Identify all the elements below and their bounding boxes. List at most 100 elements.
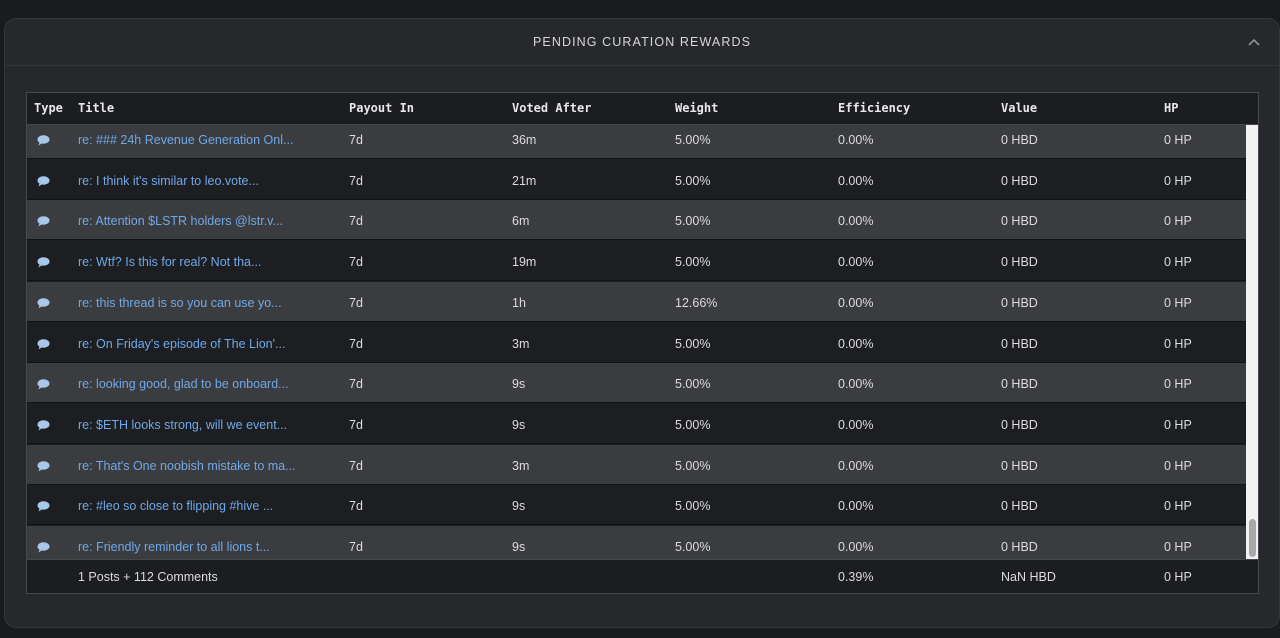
row-efficiency: 0.00% [838, 458, 874, 473]
row-title-link[interactable]: re: Attention $LSTR holders @lstr.v... [78, 214, 283, 228]
row-weight: 5.00% [675, 417, 711, 432]
row-efficiency: 0.00% [838, 133, 874, 147]
row-payout-in: 7d [349, 458, 363, 473]
row-title-link[interactable]: re: this thread is so you can use yo... [78, 296, 282, 310]
footer-value: NaN HBD [1001, 570, 1056, 584]
comment-icon [37, 296, 50, 309]
row-hp: 0 HP [1164, 336, 1192, 351]
row-payout-in: 7d [349, 377, 363, 392]
row-title-link[interactable]: re: $ETH looks strong, will we event... [78, 418, 287, 432]
row-voted-after: 3m [512, 336, 530, 351]
comment-icon [37, 459, 50, 472]
column-header-type[interactable]: Type [34, 101, 63, 115]
row-title-link[interactable]: re: That's One noobish mistake to ma... [78, 459, 296, 473]
table-footer: 1 Posts + 112 Comments 0.39% NaN HBD 0 H… [27, 559, 1258, 593]
row-hp: 0 HP [1164, 417, 1192, 432]
row-hp: 0 HP [1164, 133, 1192, 147]
table-row: re: looking good, glad to be onboard... 7… [27, 363, 1246, 404]
pending-curation-rewards-card: PENDING CURATION REWARDS Type Title Payo… [4, 18, 1280, 628]
column-header-hp[interactable]: HP [1164, 101, 1178, 115]
row-value: 0 HBD [1001, 336, 1038, 351]
table-row: re: #leo so close to flipping #hive ... 7… [27, 485, 1246, 526]
card-header: PENDING CURATION REWARDS [5, 19, 1279, 66]
comment-icon [37, 337, 50, 349]
row-value: 0 HBD [1001, 255, 1038, 270]
table-row: re: this thread is so you can use yo... 7… [27, 281, 1246, 322]
row-weight: 5.00% [675, 540, 711, 554]
row-voted-after: 36m [512, 133, 537, 147]
row-value: 0 HBD [1001, 417, 1038, 432]
row-efficiency: 0.00% [838, 255, 874, 270]
row-payout-in: 7d [349, 255, 363, 270]
scrollbar-thumb[interactable] [1249, 519, 1256, 557]
table-row: re: That's One noobish mistake to ma... 7… [27, 444, 1246, 485]
row-voted-after: 6m [512, 214, 530, 229]
row-weight: 12.66% [675, 295, 718, 310]
row-voted-after: 9s [512, 499, 526, 514]
row-weight: 5.00% [675, 214, 711, 229]
row-voted-after: 9s [512, 377, 526, 392]
column-header-weight[interactable]: Weight [675, 101, 718, 115]
row-title-link[interactable]: re: #leo so close to flipping #hive ... [78, 499, 273, 513]
row-title-link[interactable]: re: Wtf? Is this for real? Not tha... [78, 255, 261, 269]
column-header-title[interactable]: Title [78, 101, 114, 115]
row-weight: 5.00% [675, 336, 711, 351]
curation-table: Type Title Payout In Voted After Weight … [26, 92, 1259, 594]
row-payout-in: 7d [349, 499, 363, 514]
row-value: 0 HBD [1001, 540, 1038, 554]
table-row: re: $ETH looks strong, will we event... 7… [27, 403, 1246, 444]
column-header-value[interactable]: Value [1001, 101, 1037, 115]
row-title-link[interactable]: re: I think it's similar to leo.vote... [78, 174, 259, 188]
row-weight: 5.00% [675, 499, 711, 514]
row-efficiency: 0.00% [838, 499, 874, 514]
table-row: re: On Friday's episode of The Lion'... 7… [27, 322, 1246, 363]
table-row: re: I think it's similar to leo.vote... 7… [27, 159, 1246, 200]
row-value: 0 HBD [1001, 173, 1038, 188]
row-hp: 0 HP [1164, 173, 1192, 188]
row-title-link[interactable]: re: On Friday's episode of The Lion'... [78, 337, 285, 351]
row-weight: 5.00% [675, 458, 711, 473]
comment-icon [37, 133, 50, 146]
row-title-link[interactable]: re: Friendly reminder to all lions t... [78, 540, 270, 554]
row-voted-after: 21m [512, 173, 537, 188]
comment-icon [37, 540, 50, 553]
row-payout-in: 7d [349, 540, 363, 554]
table-header: Type Title Payout In Voted After Weight … [27, 93, 1258, 125]
row-hp: 0 HP [1164, 499, 1192, 514]
column-header-payout-in[interactable]: Payout In [349, 101, 414, 115]
row-value: 0 HBD [1001, 214, 1038, 229]
row-hp: 0 HP [1164, 540, 1192, 554]
card-title: PENDING CURATION REWARDS [532, 35, 752, 49]
comment-icon [37, 174, 50, 187]
row-efficiency: 0.00% [838, 377, 874, 392]
row-efficiency: 0.00% [838, 295, 874, 310]
row-payout-in: 7d [349, 417, 363, 432]
row-value: 0 HBD [1001, 499, 1038, 514]
table-row: re: Wtf? Is this for real? Not tha... 7d 1… [27, 241, 1246, 282]
table-row: re: ### 24h Revenue Generation Onl... 7d 3… [27, 125, 1246, 159]
table-row: re: Friendly reminder to all lions t... 7… [27, 526, 1246, 559]
row-efficiency: 0.00% [838, 214, 874, 229]
row-efficiency: 0.00% [838, 336, 874, 351]
table-body: re: ### 24h Revenue Generation Onl... 7d 3… [27, 125, 1246, 559]
row-title-link[interactable]: re: ### 24h Revenue Generation Onl... [78, 133, 293, 147]
comment-icon [37, 377, 50, 390]
row-weight: 5.00% [675, 133, 711, 147]
row-hp: 0 HP [1164, 377, 1192, 392]
column-header-voted-after[interactable]: Voted After [512, 101, 591, 115]
column-header-efficiency[interactable]: Efficiency [838, 101, 910, 115]
footer-hp: 0 HP [1164, 570, 1192, 584]
row-title-link[interactable]: re: looking good, glad to be onboard... [78, 377, 289, 391]
row-hp: 0 HP [1164, 295, 1192, 310]
row-value: 0 HBD [1001, 458, 1038, 473]
comment-icon [37, 418, 50, 431]
row-efficiency: 0.00% [838, 540, 874, 554]
footer-efficiency: 0.39% [838, 570, 874, 584]
scrollbar[interactable] [1246, 125, 1258, 559]
row-payout-in: 7d [349, 336, 363, 351]
chevron-up-icon[interactable] [1245, 33, 1263, 51]
row-efficiency: 0.00% [838, 173, 874, 188]
row-payout-in: 7d [349, 214, 363, 229]
row-voted-after: 1h [512, 295, 526, 310]
row-value: 0 HBD [1001, 295, 1038, 310]
